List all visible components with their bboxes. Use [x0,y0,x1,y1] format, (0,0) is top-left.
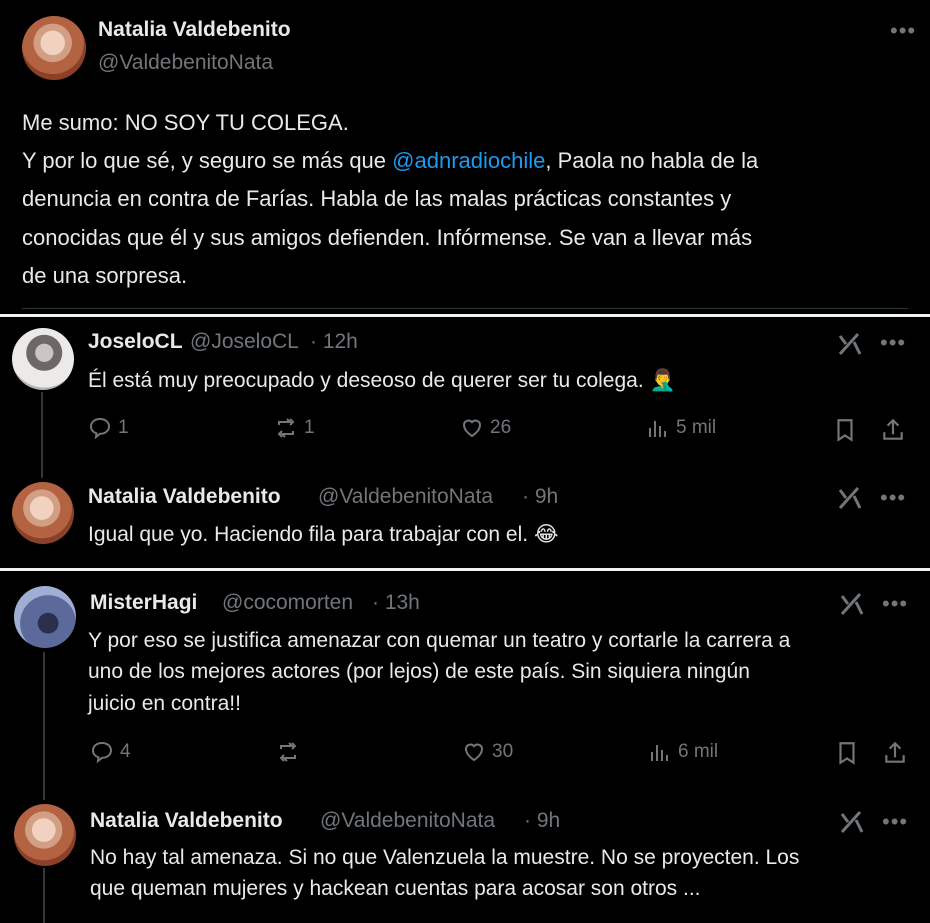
author-handle[interactable]: @ValdebenitoNata [318,485,493,509]
reply-text-line: juicio en contra!! [88,692,241,715]
timestamp[interactable]: · 9h [524,809,560,833]
views-icon [651,745,668,761]
author-handle[interactable]: @ValdebenitoNata [98,51,273,75]
reply-count: 1 [118,417,129,438]
reply-text: Él está muy preocupado y deseoso de quer… [88,369,676,392]
thread-line [43,652,45,800]
reply-text: Igual que yo. Haciendo fila para trabaja… [88,523,559,546]
tweet-text-segment: Y por lo que sé, y seguro se más que [22,148,393,173]
grok-icon[interactable] [836,484,864,512]
like-count: 30 [492,741,514,762]
views-action[interactable]: 5 mil [646,416,716,440]
more-icon[interactable]: ••• [890,18,916,44]
like-action[interactable]: 26 [460,416,511,440]
reply-action[interactable]: 4 [90,740,131,764]
reply-text-line: Y por eso se justifica amenazar con quem… [88,629,791,652]
author-name[interactable]: Natalia Valdebenito [88,485,281,509]
thread-line [41,392,43,478]
author-handle[interactable]: @cocomorten [222,591,353,615]
views-count: 6 mil [678,741,719,762]
more-icon[interactable]: ••• [880,330,906,356]
avatar[interactable] [14,804,76,866]
like-action[interactable]: 30 [462,740,513,764]
tweet-line: conocidas que él y sus amigos defienden.… [22,225,753,250]
more-icon[interactable]: ••• [882,591,908,617]
mention-link[interactable]: @adnradiochile [392,148,545,173]
screenshot-separator [0,314,930,317]
repost-icon [277,418,295,438]
tweet-line: de una sorpresa. [22,263,188,288]
like-icon [464,743,484,762]
avatar[interactable] [12,328,74,390]
avatar[interactable] [12,482,74,544]
repost-count: 1 [304,417,315,438]
views-action[interactable]: 6 mil [648,740,718,764]
repost-icon [279,742,297,762]
timestamp[interactable]: · 9h [522,485,558,509]
reply-count: 4 [120,741,131,762]
avatar[interactable] [14,586,76,648]
views-count: 5 mil [676,417,717,438]
divider [22,308,908,309]
tweet-line: Me sumo: NO SOY TU COLEGA. [22,110,349,135]
author-name[interactable]: JoseloCL [88,330,183,354]
views-icon [649,421,666,437]
screenshot-separator [0,568,930,571]
thread-line [43,868,45,923]
more-icon[interactable]: ••• [880,485,906,511]
like-icon [462,419,482,438]
reply-text-line: que queman mujeres y hackean cuentas par… [90,877,701,900]
reply-icon [89,417,111,440]
author-name[interactable]: Natalia Valdebenito [90,809,283,833]
tweet-line: Y por lo que sé, y seguro se más que @ad… [22,142,758,181]
repost-action[interactable]: 1 [274,416,315,440]
bookmark-icon[interactable] [834,740,860,766]
author-name[interactable]: MisterHagi [90,591,197,615]
share-icon[interactable] [882,740,908,766]
reply-icon [91,741,113,764]
reply-action[interactable]: 1 [88,416,129,440]
bookmark-icon[interactable] [832,417,858,443]
grok-icon[interactable] [836,330,864,358]
avatar[interactable] [22,16,86,80]
reply-text-line: uno de los mejores actores (por lejos) d… [88,660,750,683]
timestamp[interactable]: · 13h [372,591,420,615]
author-handle[interactable]: @JoseloCL [190,330,299,354]
author-handle[interactable]: @ValdebenitoNata [320,809,495,833]
tweet-line: denuncia en contra de Farías. Habla de l… [22,186,732,211]
author-name[interactable]: Natalia Valdebenito [98,18,291,42]
tweet-text-segment: , Paola no habla de la [545,148,759,173]
timestamp[interactable]: · 12h [310,330,358,354]
grok-icon[interactable] [838,590,866,618]
grok-icon[interactable] [838,808,866,836]
reply-text-line: No hay tal amenaza. Si no que Valenzuela… [90,846,800,869]
more-icon[interactable]: ••• [882,809,908,835]
repost-action[interactable] [276,740,306,764]
like-count: 26 [490,417,512,438]
share-icon[interactable] [880,417,906,443]
